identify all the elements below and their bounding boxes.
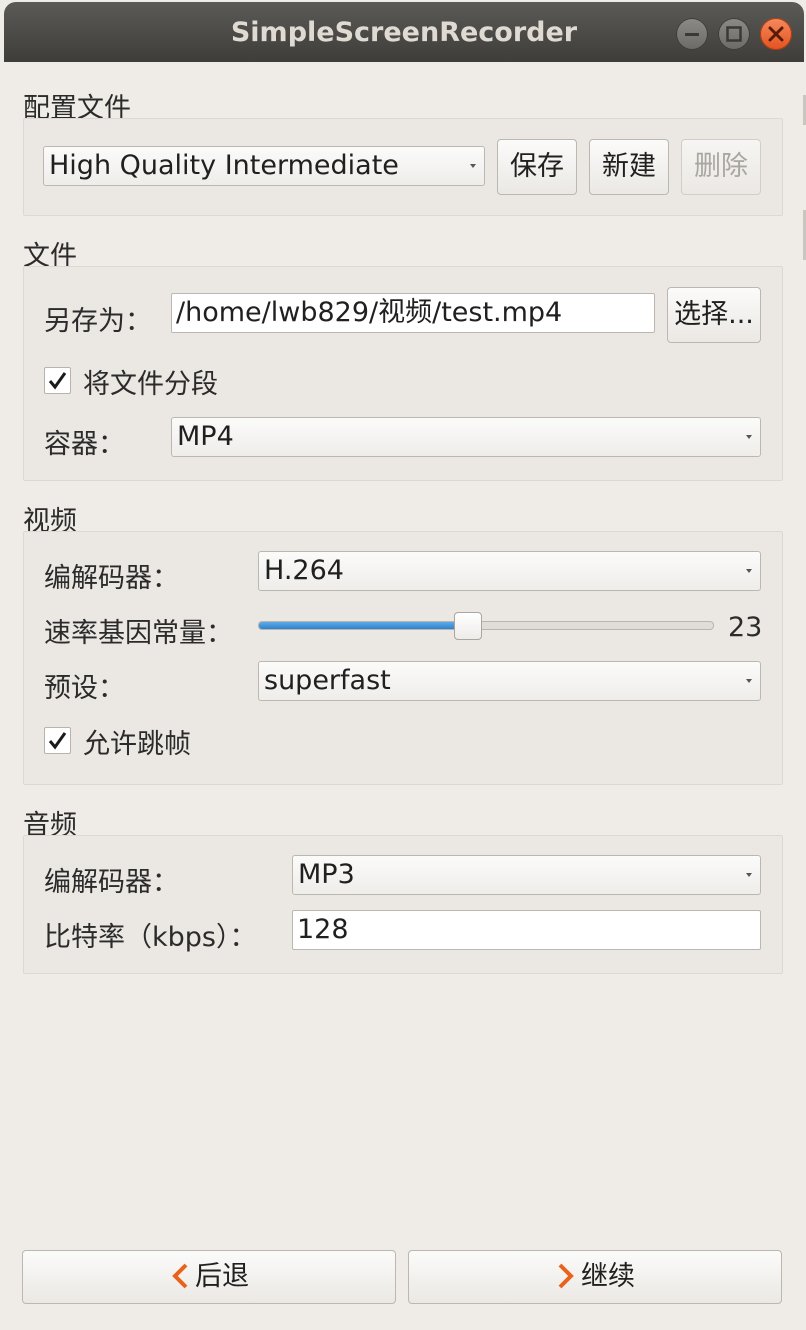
video-group: 编解码器： H.264 速率基因常量： 23 预设： superfast 允许跳… — [23, 531, 783, 785]
maximize-icon — [726, 26, 742, 42]
audio-codec-select[interactable]: MP3 — [292, 855, 761, 895]
save-as-label: 另存为： — [44, 306, 152, 337]
profile-group: High Quality Intermediate 保存 新建 删除 — [23, 118, 783, 216]
continue-button-label: 继续 — [581, 1261, 635, 1292]
preset-label: 预设： — [44, 673, 125, 704]
back-button[interactable]: 后退 — [22, 1250, 396, 1304]
video-codec-value: H.264 — [264, 555, 344, 586]
crf-slider-handle[interactable] — [454, 612, 482, 640]
container-label: 容器： — [44, 429, 125, 460]
crf-slider-track — [258, 621, 714, 630]
bitrate-input[interactable]: 128 — [292, 910, 761, 950]
crf-value: 23 — [728, 612, 763, 643]
new-profile-button[interactable]: 新建 — [589, 139, 669, 195]
continue-button[interactable]: 继续 — [408, 1250, 782, 1304]
chevron-down-icon — [746, 873, 752, 877]
checkmark-icon — [48, 732, 67, 750]
checkmark-icon — [48, 372, 67, 390]
audio-codec-label: 编解码器： — [44, 867, 179, 898]
browse-button[interactable]: 选择... — [667, 287, 761, 343]
delete-profile-button[interactable]: 删除 — [681, 139, 761, 195]
save-as-path-input[interactable]: /home/lwb829/视频/test.mp4 — [171, 293, 655, 333]
chevron-down-icon — [470, 164, 476, 168]
back-button-label: 后退 — [195, 1261, 249, 1292]
allow-frame-skip-checkbox[interactable] — [44, 727, 71, 754]
preset-select-value: superfast — [264, 665, 391, 696]
profile-select-value: High Quality Intermediate — [49, 150, 399, 181]
title-bar[interactable]: SimpleScreenRecorder — [4, 2, 804, 62]
video-codec-label: 编解码器： — [44, 563, 179, 594]
crf-slider-fill — [259, 622, 469, 629]
chevron-right-icon — [558, 1263, 574, 1288]
recorder-window: SimpleScreenRecorder 配置文件 High Quality I… — [0, 0, 806, 1330]
minimize-icon — [685, 33, 699, 36]
bitrate-label: 比特率（kbps）： — [44, 922, 257, 953]
chevron-down-icon — [746, 569, 752, 573]
close-button[interactable] — [760, 18, 792, 50]
save-profile-button[interactable]: 保存 — [497, 139, 577, 195]
chevron-left-icon — [172, 1263, 188, 1288]
profile-select[interactable]: High Quality Intermediate — [43, 146, 485, 186]
maximize-button[interactable] — [718, 18, 750, 50]
split-file-checkbox[interactable] — [44, 367, 71, 394]
file-group: 另存为： /home/lwb829/视频/test.mp4 选择... 将文件分… — [23, 266, 783, 481]
split-file-label: 将文件分段 — [83, 369, 218, 400]
chevron-down-icon — [746, 435, 752, 439]
chevron-down-icon — [746, 679, 752, 683]
container-select[interactable]: MP4 — [171, 417, 761, 457]
video-codec-select[interactable]: H.264 — [258, 551, 761, 591]
minimize-button[interactable] — [676, 18, 708, 50]
audio-group: 编解码器： MP3 比特率（kbps）： 128 — [23, 835, 783, 974]
preset-select[interactable]: superfast — [258, 661, 761, 701]
audio-codec-value: MP3 — [298, 859, 355, 890]
crf-label: 速率基因常量： — [44, 618, 233, 649]
crf-slider[interactable] — [258, 610, 714, 642]
close-icon — [768, 26, 784, 42]
container-select-value: MP4 — [177, 421, 234, 452]
allow-frame-skip-label: 允许跳帧 — [83, 729, 191, 760]
